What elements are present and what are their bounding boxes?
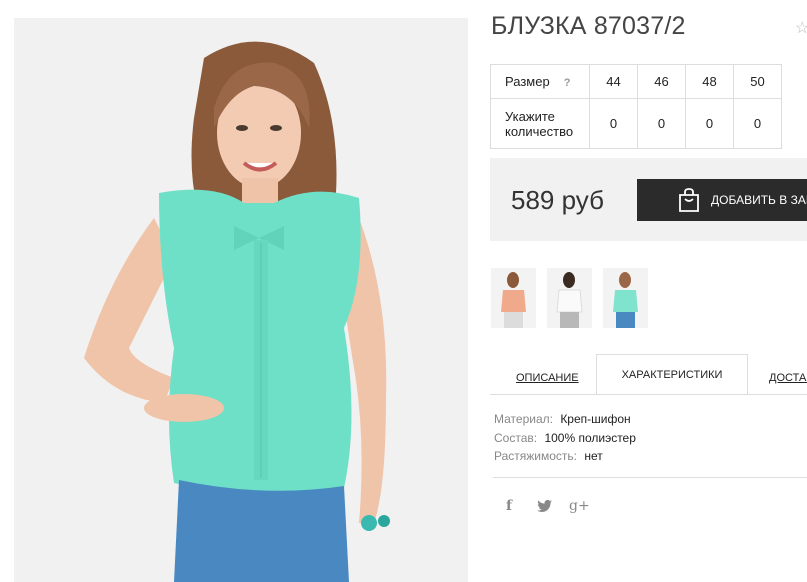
characteristics-list: Материал: Креп-шифон Состав: 100% полиэс… xyxy=(494,410,636,466)
spec-stretch: Растяжимость: нет xyxy=(494,447,636,466)
quantity-input-44[interactable]: 0 xyxy=(589,98,638,149)
help-icon[interactable]: ? xyxy=(564,77,571,89)
size-label: Размер xyxy=(505,74,550,89)
google-plus-icon[interactable]: g+ xyxy=(569,498,590,514)
size-cell-50: 50 xyxy=(733,64,782,99)
thumbnail-peach-blouse[interactable] xyxy=(491,268,536,328)
tab-delivery[interactable]: ДОСТАВКА xyxy=(769,372,807,384)
spec-value: 100% полиэстер xyxy=(544,430,636,445)
shopping-bag-icon xyxy=(679,188,699,212)
spec-value: Креп-шифон xyxy=(560,412,631,426)
spec-key: Растяжимость: xyxy=(494,449,578,463)
size-label-cell: Размер? xyxy=(490,64,590,99)
thumbnail-white-blouse[interactable] xyxy=(547,268,592,328)
spec-key: Материал: xyxy=(494,412,553,426)
spec-value: нет xyxy=(584,449,603,463)
buy-box: 589 руб ДОБАВИТЬ В ЗАКАЗ xyxy=(490,158,807,241)
size-row: Размер? 44 46 48 50 xyxy=(490,64,782,99)
tabs-divider xyxy=(490,394,807,395)
star-outline-icon[interactable]: ☆ xyxy=(795,18,807,38)
social-divider xyxy=(493,477,807,478)
tab-description[interactable]: ОПИСАНИЕ xyxy=(516,372,579,384)
tab-characteristics[interactable]: ХАРАКТЕРИСТИКИ xyxy=(596,354,748,395)
spec-composition: Состав: 100% полиэстер xyxy=(494,429,636,448)
size-quantity-table: Размер? 44 46 48 50 Укажите количество 0… xyxy=(490,64,782,149)
product-tabs: ОПИСАНИЕ ХАРАКТЕРИСТИКИ ДОСТАВКА xyxy=(490,354,807,395)
size-cell-44: 44 xyxy=(589,64,638,99)
quantity-input-50[interactable]: 0 xyxy=(733,98,782,149)
size-cell-46: 46 xyxy=(637,64,686,99)
quantity-label-cell: Укажите количество xyxy=(490,98,590,149)
price: 589 руб xyxy=(511,185,604,215)
quantity-input-48[interactable]: 0 xyxy=(685,98,734,149)
main-product-photo[interactable] xyxy=(14,18,468,582)
add-to-order-label: ДОБАВИТЬ В ЗАКАЗ xyxy=(711,193,807,207)
thumbnail-mint-blouse[interactable] xyxy=(603,268,648,328)
quantity-row: Укажите количество 0 0 0 0 xyxy=(490,98,782,149)
size-cell-48: 48 xyxy=(685,64,734,99)
quantity-input-46[interactable]: 0 xyxy=(637,98,686,149)
quantity-label-line1: Укажите xyxy=(505,108,555,124)
add-to-order-button[interactable]: ДОБАВИТЬ В ЗАКАЗ xyxy=(637,179,807,221)
spec-material: Материал: Креп-шифон xyxy=(494,410,636,429)
quantity-label-line2: количество xyxy=(505,123,574,139)
twitter-icon[interactable] xyxy=(537,499,552,516)
facebook-icon[interactable]: f xyxy=(506,498,512,514)
product-title: БЛУЗКА 87037/2 xyxy=(491,12,686,40)
model-illustration xyxy=(14,18,468,582)
spec-key: Состав: xyxy=(494,430,538,445)
